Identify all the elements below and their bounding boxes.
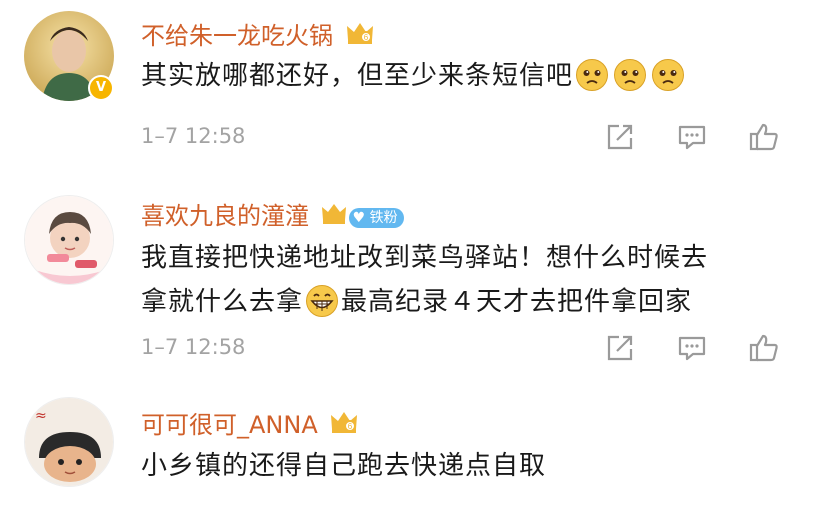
repost-button[interactable] (584, 331, 656, 365)
sad-face-icon (575, 58, 609, 104)
reply-button[interactable] (656, 331, 728, 365)
reply-button[interactable] (656, 120, 728, 154)
username[interactable]: 可可很可_ANNA 6 (141, 405, 359, 441)
thumbs-up-icon (749, 334, 778, 362)
comment-icon (678, 125, 706, 150)
username-label: 不给朱一龙吃火锅 (141, 22, 333, 50)
like-button[interactable] (728, 331, 800, 365)
repost-button[interactable] (584, 120, 656, 154)
crown-icon (321, 202, 347, 232)
grin-face-icon (305, 284, 339, 332)
comment-text-part: 拿就什么去拿 (141, 287, 304, 317)
avatar[interactable] (24, 195, 114, 285)
avatar[interactable]: ≈ (24, 397, 114, 487)
comment-icon (678, 336, 706, 361)
crown-icon: 6 (329, 409, 359, 441)
comment-text: 我直接把快递地址改到菜鸟驿站！想什么时候去 拿就什么去拿 最高纪录４天才去把件拿回… (141, 236, 801, 332)
svg-text:≈: ≈ (35, 408, 47, 424)
username-label: 可可很可_ANNA (141, 411, 318, 439)
sad-face-icon (613, 58, 647, 104)
comment-text-body: 其实放哪都还好，但至少来条短信吧 (141, 61, 574, 91)
username[interactable]: 不给朱一龙吃火锅 6 (141, 16, 375, 52)
fan-badge-icon: ♥ (352, 210, 366, 226)
like-button[interactable] (728, 120, 800, 154)
svg-text:6: 6 (348, 422, 353, 431)
crown-icon: 6 (345, 20, 375, 52)
comment-item: ≈ 可可很可_ANNA 6 小乡镇的还得自己跑去快递点自取 (0, 380, 828, 509)
share-icon (607, 124, 633, 150)
fan-badge: ♥ 铁粉 (348, 208, 404, 228)
comment-text-line: 我直接把快递地址改到菜鸟驿站！想什么时候去 (141, 243, 709, 273)
verified-badge-icon: V (88, 75, 114, 101)
comment-actions (584, 331, 800, 365)
comment-item: V 不给朱一龙吃火锅 6 其实放哪都还好，但至少来条短信吧 1–7 12:58 (0, 0, 828, 170)
fan-badge-label: 铁粉 (369, 210, 398, 226)
share-icon (607, 335, 633, 361)
comment-text: 其实放哪都还好，但至少来条短信吧 (141, 56, 801, 104)
comment-item: 喜欢九良的潼潼 ♥ 铁粉 我直接把快递地址改到菜鸟驿站！想什么时候去 拿就什么去… (0, 170, 828, 380)
comment-timestamp: 1–7 12:58 (141, 335, 246, 359)
svg-text:6: 6 (363, 33, 368, 42)
thumbs-up-icon (749, 123, 778, 151)
comment-actions (584, 120, 800, 154)
comment-timestamp: 1–7 12:58 (141, 124, 246, 148)
username-label: 喜欢九良的潼潼 (141, 202, 309, 230)
sad-face-icon (651, 58, 685, 104)
comment-text: 小乡镇的还得自己跑去快递点自取 (141, 451, 547, 481)
comment-text-part: 最高纪录４天才去把件拿回家 (341, 287, 693, 317)
comment-text-line: 拿就什么去拿 最高纪录４天才去把件拿回家 (141, 280, 801, 332)
username[interactable]: 喜欢九良的潼潼 ♥ 铁粉 (141, 196, 404, 232)
